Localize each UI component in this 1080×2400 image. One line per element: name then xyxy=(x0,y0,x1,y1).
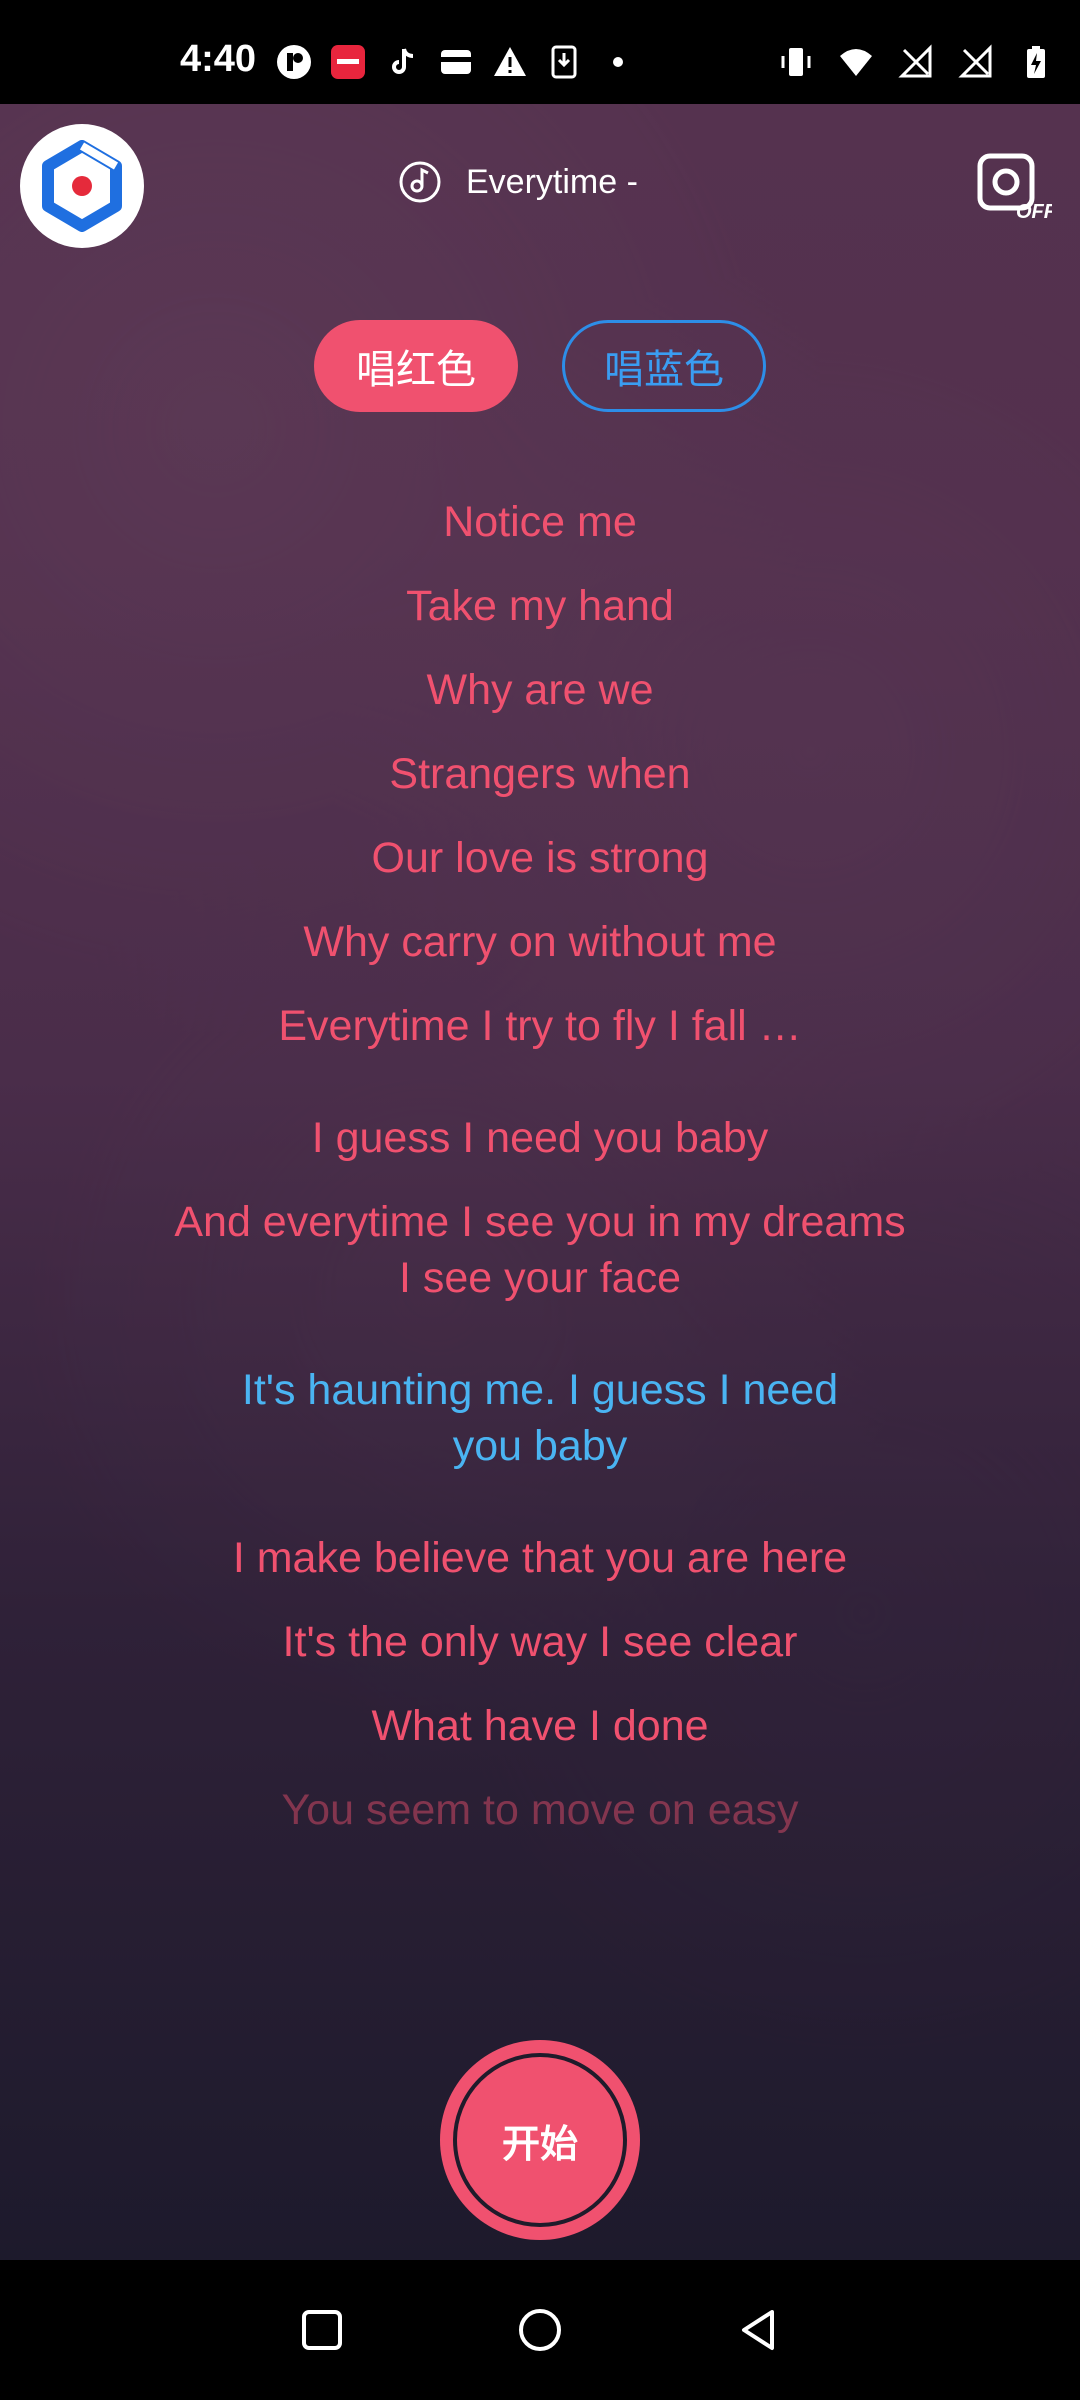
lyric-line: And everytime I see you in my dreams I s… xyxy=(174,1198,906,1302)
status-system-icons xyxy=(778,44,1054,80)
start-label: 开始 xyxy=(453,2053,627,2227)
sing-red-button[interactable]: 唱红色 xyxy=(314,320,518,412)
lyric-line: Why carry on without me xyxy=(303,918,777,966)
wifi-icon xyxy=(840,49,872,76)
navigation-bar xyxy=(0,2260,1080,2400)
vibrate-icon xyxy=(781,48,811,76)
app-logo[interactable] xyxy=(20,124,144,248)
home-icon[interactable] xyxy=(516,2306,564,2354)
camera-off-label: OFF xyxy=(1016,201,1052,222)
lyric-line: Our love is strong xyxy=(371,834,709,882)
dot-icon xyxy=(613,57,623,67)
sing-blue-button[interactable]: 唱蓝色 xyxy=(562,320,766,412)
song-title: Everytime - B xyxy=(466,162,646,201)
lyric-line: Take my hand xyxy=(406,582,674,630)
recent-apps-icon[interactable] xyxy=(298,2306,346,2354)
lyric-line: What have I done xyxy=(371,1702,709,1750)
logo-icon xyxy=(42,140,122,232)
p-app-icon xyxy=(277,45,311,79)
lyric-line: Everytime I try to fly I fall … xyxy=(278,1002,802,1050)
lyrics-list: Notice me Take my hand Why are we Strang… xyxy=(150,494,930,1866)
red-app-icon xyxy=(331,45,365,79)
lyric-line: Why are we xyxy=(426,666,654,714)
music-note-icon xyxy=(399,161,441,203)
back-icon[interactable] xyxy=(734,2306,782,2354)
battery-charging-icon xyxy=(1027,46,1045,78)
status-time: 4:40 xyxy=(180,38,257,80)
lyric-line: You seem to move on easy xyxy=(281,1786,799,1834)
karaoke-screen: Everytime - B OFF 唱红色 唱蓝色 Notice me Take… xyxy=(0,104,1080,2260)
lyric-line: Notice me xyxy=(443,498,637,546)
download-icon xyxy=(551,45,577,79)
lyric-line: I make believe that you are here xyxy=(232,1534,848,1582)
status-notification-icons xyxy=(276,44,636,80)
lyric-line: I guess I need you baby xyxy=(311,1114,769,1162)
lyric-line-blue: It's haunting me. I guess I need you bab… xyxy=(241,1366,839,1470)
no-signal-icon xyxy=(958,44,992,78)
wallet-icon xyxy=(441,50,471,74)
start-button[interactable]: 开始 xyxy=(440,2040,640,2240)
tiktok-icon xyxy=(392,48,414,74)
lyric-line: Strangers when xyxy=(389,750,691,798)
song-info[interactable]: Everytime - B xyxy=(398,160,646,204)
no-signal-icon xyxy=(898,44,932,78)
warning-icon xyxy=(494,47,526,76)
status-bar: 4:40 xyxy=(0,0,1080,104)
camera-off-icon[interactable]: OFF xyxy=(976,152,1052,222)
lyric-line: It's the only way I see clear xyxy=(282,1618,798,1666)
